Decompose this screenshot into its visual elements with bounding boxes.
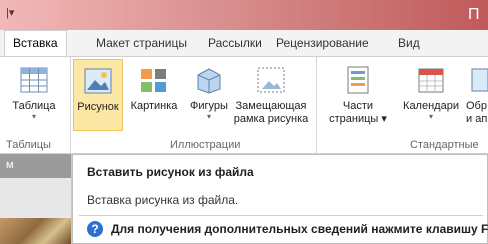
left-pane-header: м	[0, 154, 71, 178]
quick-parts-icon	[343, 65, 373, 95]
chevron-down-icon: ▾	[428, 112, 433, 121]
tab-page-layout[interactable]: Макет страницы	[96, 36, 187, 50]
help-icon: ?	[87, 221, 103, 237]
partial-label-line1: Обр	[466, 100, 487, 112]
picture-label: Рисунок	[77, 101, 119, 113]
quick-parts-label-line1: Части	[342, 100, 374, 112]
group-divider	[316, 57, 317, 154]
clipart-button[interactable]: Картинка	[124, 59, 184, 131]
group-label-standard: Стандартные	[410, 139, 479, 151]
picture-button[interactable]: Рисунок	[73, 59, 123, 131]
quick-parts-button[interactable]: Части страницы ▾	[326, 59, 390, 131]
tooltip-title: Вставить рисунок из файла	[87, 165, 254, 179]
tab-view[interactable]: Вид	[398, 36, 420, 50]
group-label-tables: Таблицы	[6, 139, 51, 151]
calendars-button[interactable]: Календари ▾	[398, 59, 464, 131]
tooltip-help-text: Для получения дополнительных сведений на…	[111, 222, 488, 236]
table-icon	[19, 65, 49, 95]
quick-access-toolbar[interactable]: |▾	[6, 6, 14, 19]
clipart-label: Картинка	[130, 100, 178, 112]
quick-parts-label-line2: страницы ▾	[329, 113, 387, 125]
window-title: П	[468, 6, 480, 23]
shapes-button[interactable]: Фигуры ▾	[186, 59, 232, 131]
placeholder-picture-button[interactable]: Замещающая рамка рисунка	[232, 59, 310, 131]
chevron-down-icon: ▾	[206, 112, 211, 121]
placeholder-label-line2: рамка рисунка	[233, 113, 309, 125]
ribbon-tabs: Вставка Макет страницы Рассылки Рецензир…	[0, 30, 488, 56]
partial-icon	[470, 65, 488, 95]
tooltip-description: Вставка рисунка из файла.	[87, 193, 239, 207]
left-pane-letter: м	[6, 159, 14, 171]
tab-mailings[interactable]: Рассылки	[208, 36, 262, 50]
tooltip-divider	[79, 215, 483, 216]
title-bar: |▾ П	[0, 0, 488, 30]
partial-button[interactable]: Обр и ап	[466, 59, 488, 131]
clipart-icon	[139, 65, 169, 95]
tab-review[interactable]: Рецензирование	[276, 36, 369, 50]
chevron-down-icon: ▾	[31, 112, 36, 121]
picture-frame-icon	[256, 65, 286, 95]
table-button[interactable]: Таблица ▾	[2, 59, 66, 131]
group-label-illustrations: Иллюстрации	[170, 139, 241, 151]
partial-label-line2: и ап	[466, 113, 488, 125]
shapes-icon	[194, 65, 224, 95]
tab-insert[interactable]: Вставка	[4, 30, 67, 56]
placeholder-label-line1: Замещающая	[235, 100, 307, 112]
ribbon: Таблица ▾ Таблицы Рисунок Картинка Фигур…	[0, 56, 488, 154]
group-divider	[70, 57, 71, 154]
document-image-thumbnail	[0, 218, 71, 244]
picture-icon	[83, 66, 113, 96]
document-left-pane: м	[0, 154, 72, 244]
calendar-icon	[416, 65, 446, 95]
picture-tooltip: Вставить рисунок из файла Вставка рисунк…	[72, 154, 488, 244]
